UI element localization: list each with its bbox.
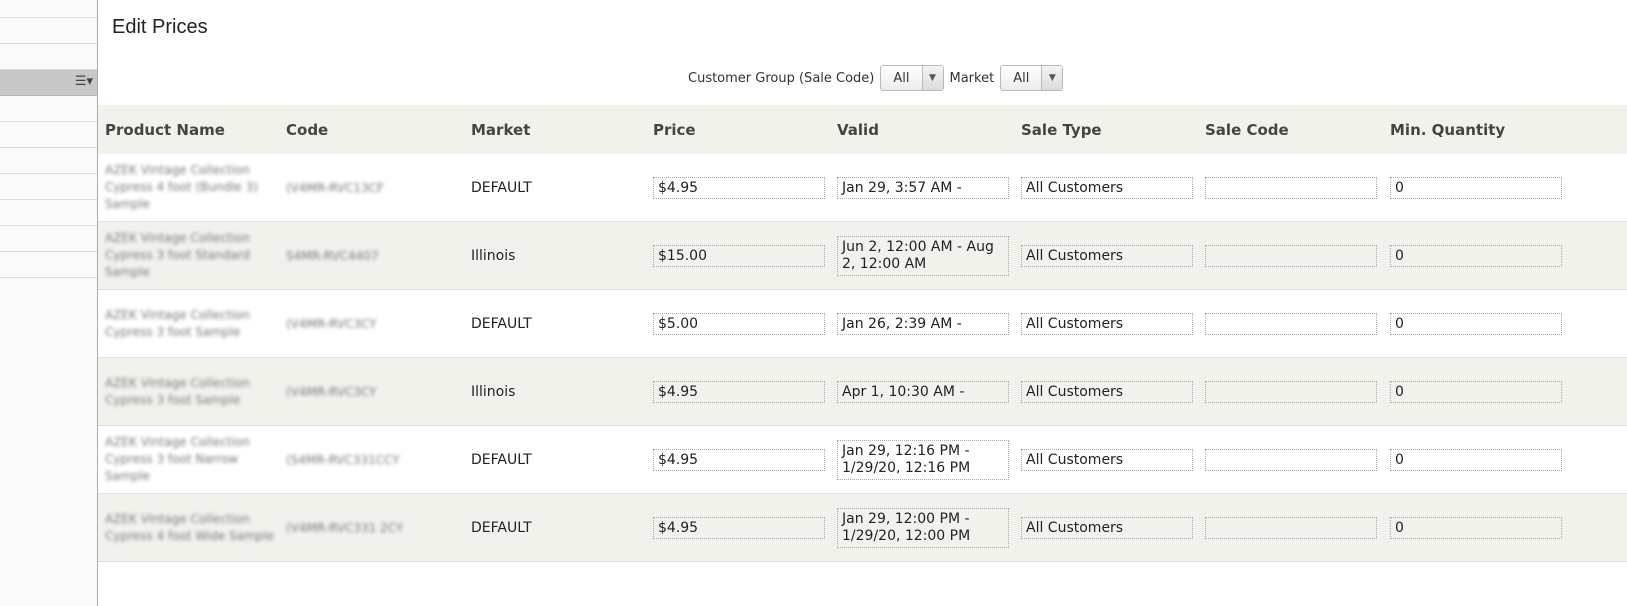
price-input[interactable]: $4.95 (653, 516, 825, 539)
valid-input[interactable]: Jan 29, 12:00 PM - 1/29/20, 12:00 PM (837, 507, 1009, 548)
table-row[interactable]: AZEK Vintage Collection Cypress 3 foot S… (98, 290, 1627, 358)
product-code: (V4MR-RVC3CY (286, 384, 377, 399)
left-panel-row[interactable] (0, 18, 97, 44)
customer-group-label: Customer Group (Sale Code) (688, 70, 875, 86)
chevron-down-icon[interactable]: ▼ (1041, 66, 1063, 90)
table-row[interactable]: AZEK Vintage Collection Cypress 4 foot (… (98, 154, 1627, 222)
market-value: DEFAULT (471, 519, 532, 536)
sale-type-select[interactable]: All Customers (1021, 244, 1193, 267)
product-code: (V4MR-RVC13CF (286, 180, 384, 195)
left-panel-row[interactable] (0, 148, 97, 174)
column-header[interactable]: Sale Type (1016, 121, 1200, 139)
product-name: AZEK Vintage Collection Cypress 3 foot S… (105, 231, 250, 279)
price-input[interactable]: $4.95 (653, 448, 825, 471)
left-panel-row[interactable] (0, 96, 97, 122)
column-header[interactable]: Price (648, 121, 832, 139)
sale-type-select[interactable]: All Customers (1021, 380, 1193, 403)
price-input[interactable]: $15.00 (653, 244, 825, 267)
product-name: AZEK Vintage Collection Cypress 4 foot W… (105, 511, 275, 543)
product-code: (V4MR-RVC3CY (286, 316, 377, 331)
market-value: Illinois (471, 383, 516, 400)
sale-code-input[interactable] (1205, 448, 1377, 471)
product-code: S4MR-RVC4407 (286, 248, 379, 263)
main-content: Edit Prices Customer Group (Sale Code) A… (98, 0, 1627, 606)
valid-input[interactable]: Apr 1, 10:30 AM - (837, 380, 1009, 403)
left-panel-row[interactable] (0, 252, 97, 278)
product-code: (V4MR-RVC331 2CY (286, 520, 404, 535)
valid-input[interactable]: Jan 29, 12:16 PM - 1/29/20, 12:16 PM (837, 439, 1009, 480)
prices-table: Product Name Code Market Price Valid Sal… (98, 105, 1627, 562)
valid-input[interactable]: Jun 2, 12:00 AM - Aug 2, 12:00 AM (837, 235, 1009, 276)
sale-type-select[interactable]: All Customers (1021, 176, 1193, 199)
column-header[interactable]: Product Name (98, 121, 281, 139)
min-quantity-input[interactable]: 0 (1390, 516, 1562, 539)
sale-type-select[interactable]: All Customers (1021, 448, 1193, 471)
market-value: DEFAULT (471, 179, 532, 196)
min-quantity-input[interactable]: 0 (1390, 312, 1562, 335)
table-header: Product Name Code Market Price Valid Sal… (98, 105, 1627, 154)
customer-group-select[interactable]: All ▼ (880, 65, 944, 91)
left-panel-row[interactable] (0, 122, 97, 148)
page-title: Edit Prices (112, 16, 208, 38)
price-input[interactable]: $5.00 (653, 312, 825, 335)
sale-code-input[interactable] (1205, 244, 1377, 267)
left-panel-row[interactable] (0, 174, 97, 200)
sale-code-input[interactable] (1205, 380, 1377, 403)
min-quantity-input[interactable]: 0 (1390, 448, 1562, 471)
left-panel-row[interactable] (0, 200, 97, 226)
sale-type-select[interactable]: All Customers (1021, 516, 1193, 539)
market-value: DEFAULT (471, 315, 532, 332)
product-name: AZEK Vintage Collection Cypress 3 foot N… (105, 435, 250, 483)
valid-input[interactable]: Jan 26, 2:39 AM - (837, 312, 1009, 335)
column-header[interactable]: Code (281, 121, 465, 139)
filter-bar: Customer Group (Sale Code) All ▼ Market … (688, 65, 1064, 91)
customer-group-value: All (893, 70, 910, 86)
sale-code-input[interactable] (1205, 176, 1377, 199)
sale-code-input[interactable] (1205, 516, 1377, 539)
menu-icon[interactable]: ☰▾ (75, 75, 93, 89)
product-code: (S4MR-RVC331CCY (286, 452, 400, 467)
min-quantity-input[interactable]: 0 (1390, 380, 1562, 403)
left-panel: ☰▾ (0, 0, 98, 606)
column-header[interactable]: Valid (832, 121, 1016, 139)
market-label: Market (949, 70, 995, 86)
sale-type-select[interactable]: All Customers (1021, 312, 1193, 335)
table-row[interactable]: AZEK Vintage Collection Cypress 3 foot N… (98, 426, 1627, 494)
market-value: Illinois (471, 247, 516, 264)
min-quantity-input[interactable]: 0 (1390, 244, 1562, 267)
market-select[interactable]: All ▼ (1000, 65, 1064, 91)
market-value: DEFAULT (471, 451, 532, 468)
product-name: AZEK Vintage Collection Cypress 4 foot (… (105, 163, 258, 211)
min-quantity-input[interactable]: 0 (1390, 176, 1562, 199)
column-header[interactable]: Min. Quantity (1385, 121, 1565, 139)
sale-code-input[interactable] (1205, 312, 1377, 335)
table-row[interactable]: AZEK Vintage Collection Cypress 3 foot S… (98, 222, 1627, 290)
left-panel-row[interactable] (0, 44, 97, 70)
chevron-down-icon[interactable]: ▼ (921, 66, 943, 90)
market-value: All (1013, 70, 1030, 86)
price-input[interactable]: $4.95 (653, 176, 825, 199)
left-panel-row[interactable] (0, 0, 97, 18)
product-name: AZEK Vintage Collection Cypress 3 foot S… (105, 307, 250, 339)
column-header[interactable]: Sale Code (1200, 121, 1385, 139)
left-panel-row[interactable] (0, 226, 97, 252)
price-input[interactable]: $4.95 (653, 380, 825, 403)
product-name: AZEK Vintage Collection Cypress 3 foot S… (105, 375, 250, 407)
left-panel-active-row[interactable]: ☰▾ (0, 70, 97, 96)
table-row[interactable]: AZEK Vintage Collection Cypress 3 foot S… (98, 358, 1627, 426)
valid-input[interactable]: Jan 29, 3:57 AM - (837, 176, 1009, 199)
table-row[interactable]: AZEK Vintage Collection Cypress 4 foot W… (98, 494, 1627, 562)
column-header[interactable]: Market (465, 121, 648, 139)
